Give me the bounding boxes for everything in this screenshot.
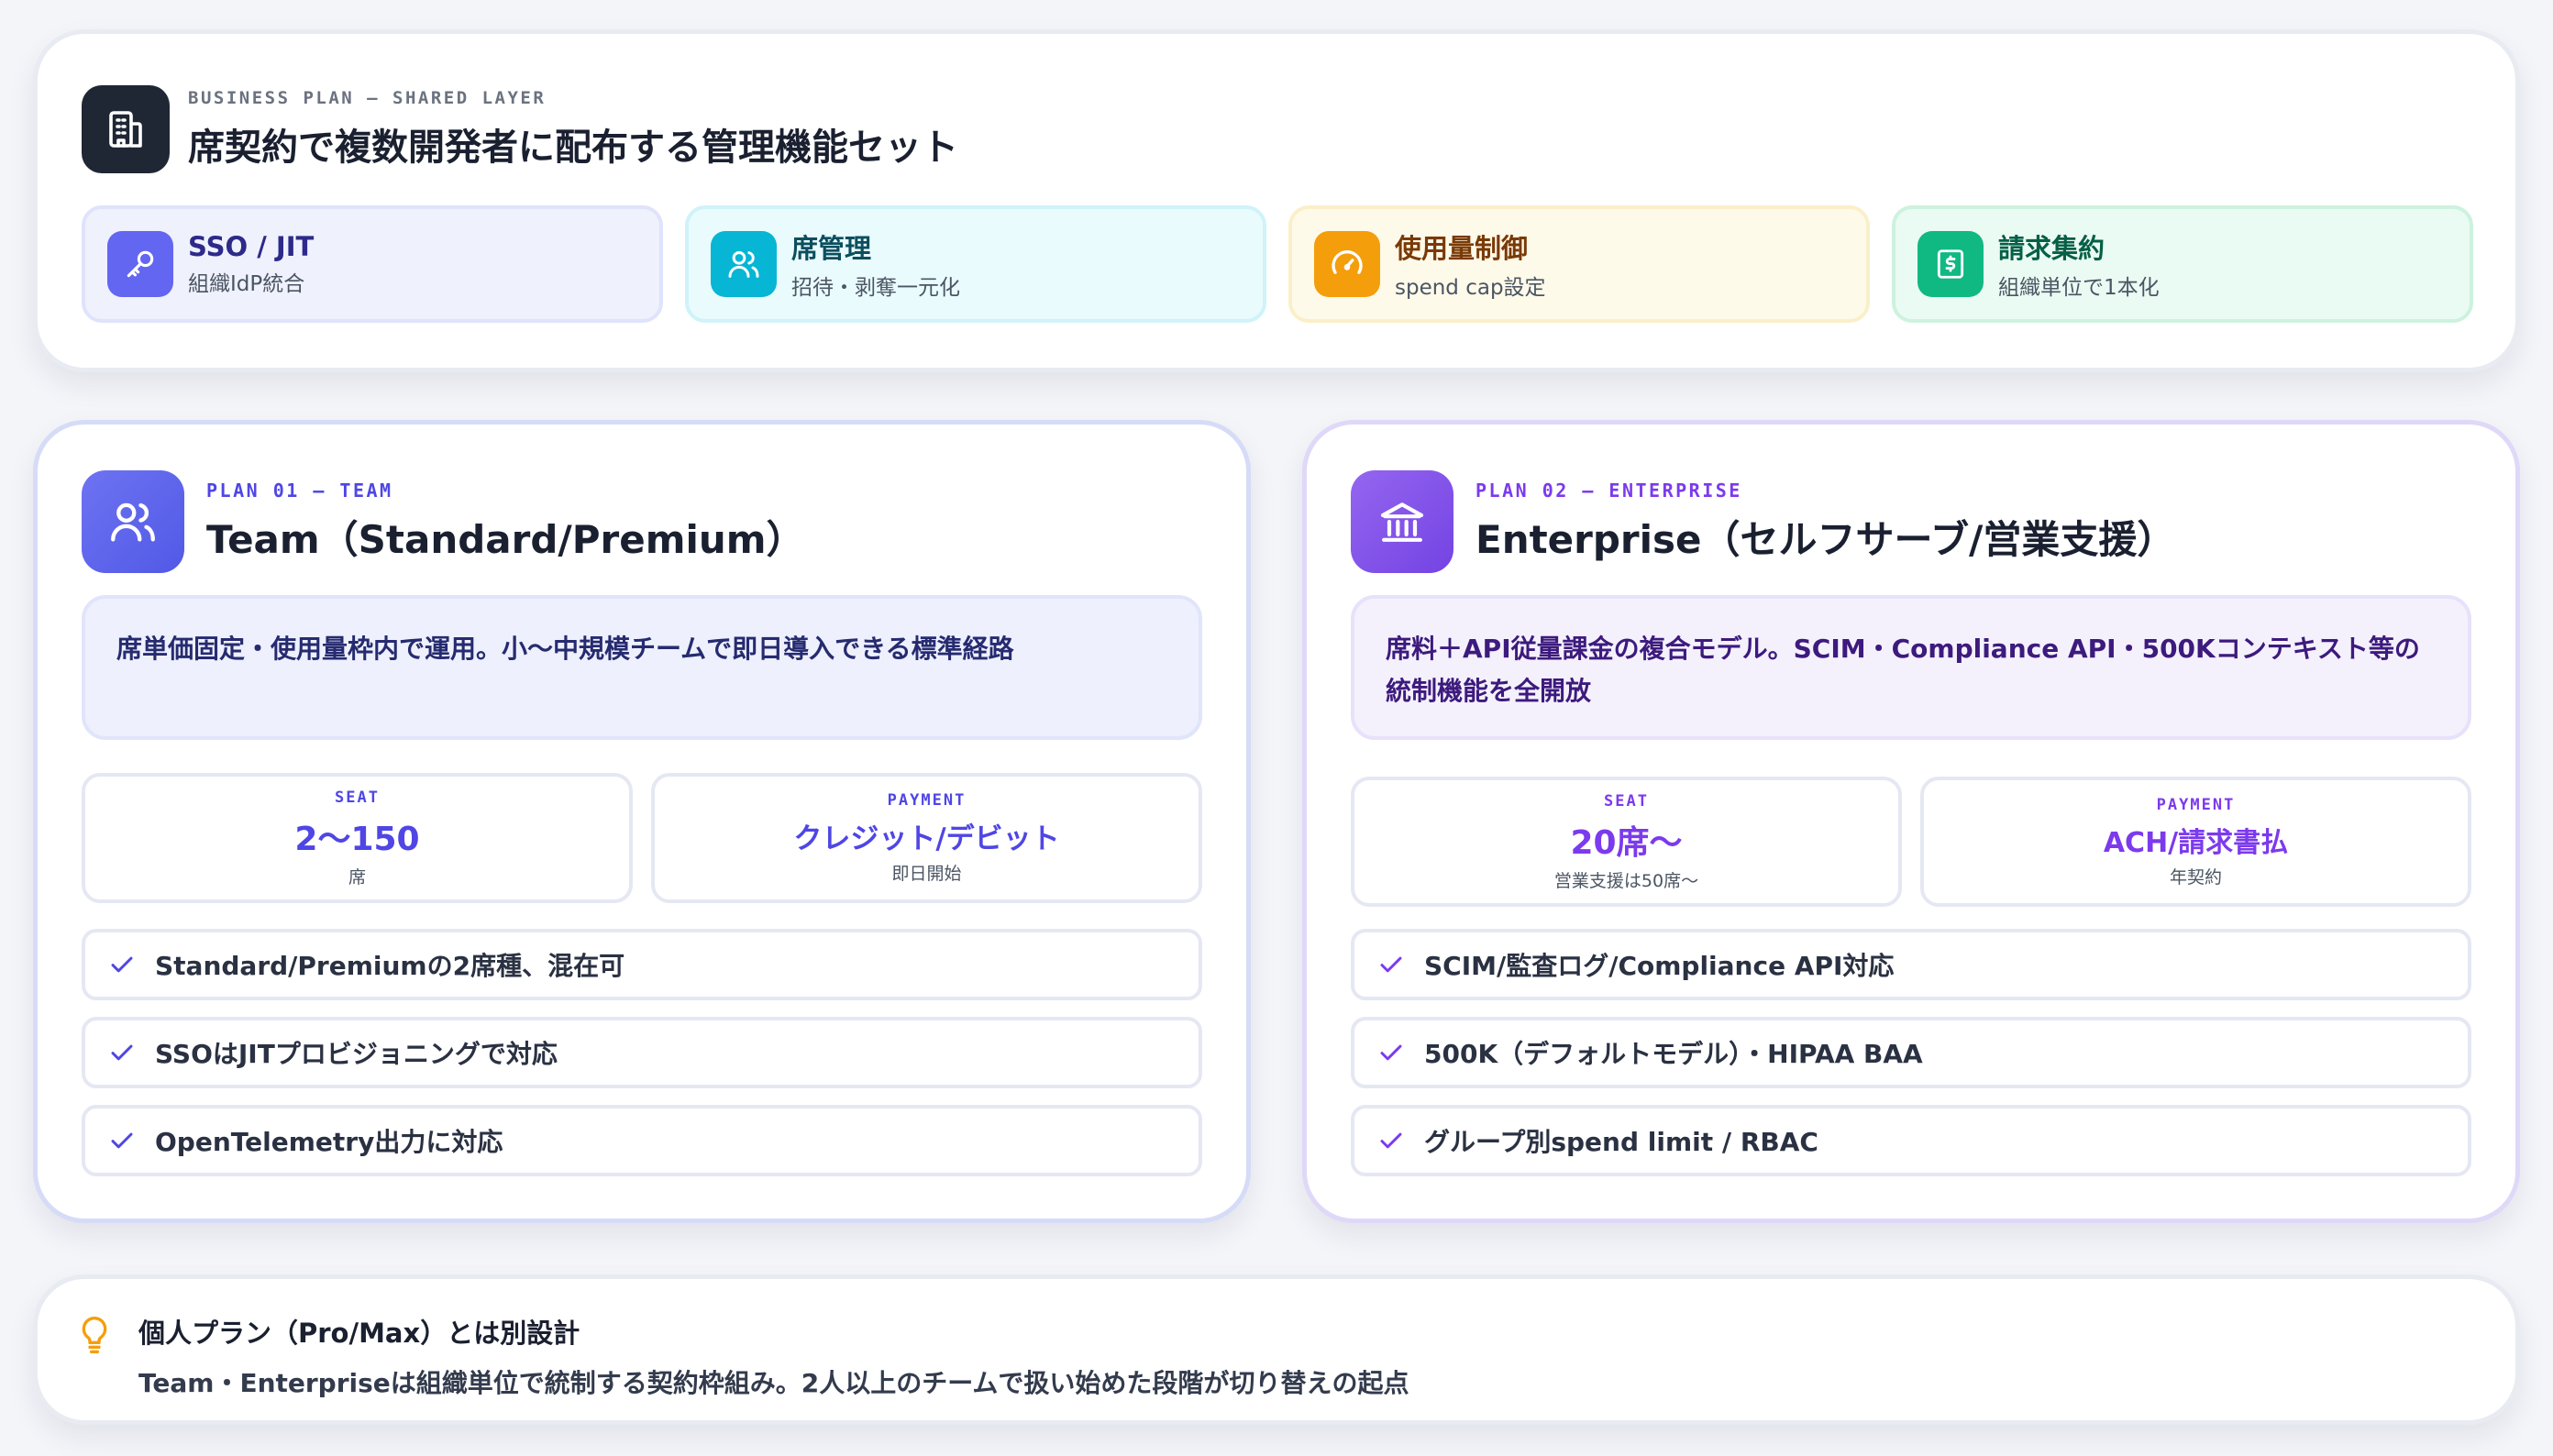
receipt-icon (1918, 231, 1984, 297)
list-item-text: グループ別spend limit / RBAC (1424, 1127, 1818, 1157)
users-icon (711, 231, 777, 297)
key-icon (107, 231, 173, 297)
enterprise-seat-stat: SEAT 20席〜 営業支援は50席〜 (1351, 777, 1902, 907)
check-icon (1375, 1124, 1408, 1157)
list-item-text: SCIM/監査ログ/Compliance API対応 (1424, 951, 1895, 981)
list-item: グループ別spend limit / RBAC (1351, 1105, 2471, 1176)
feature-billing: 請求集約 組織単位で1本化 (1892, 205, 2473, 323)
feature-sub: 招待・剥奪一元化 (791, 276, 960, 300)
feature-title: 席管理 (791, 233, 872, 264)
check-icon (1375, 948, 1408, 981)
stat-value: 20席〜 (1570, 823, 1683, 862)
note-title: 個人プラン（Pro/Max）とは別設計 (138, 1318, 580, 1349)
feature-sub: 組織単位で1本化 (1998, 276, 2160, 300)
check-icon (105, 948, 138, 981)
stat-label: SEAT (335, 788, 380, 807)
shared-layer-card: BUSINESS PLAN — SHARED LAYER 席契約で複数開発者に配… (33, 29, 2520, 372)
team-stats: SEAT 2〜150 席 PAYMENT クレジット/デビット 即日開始 (82, 773, 1202, 903)
stat-value: ACH/請求書払 (2103, 826, 2289, 859)
team-feature-list: Standard/Premiumの2席種、混在可 SSOはJITプロビジョニング… (82, 929, 1202, 1176)
team-plan-card: PLAN 01 — TEAM Team（Standard/Premium） 席単… (33, 420, 1251, 1223)
shared-header: BUSINESS PLAN — SHARED LAYER 席契約で複数開発者に配… (82, 85, 958, 173)
stat-sub: 年契約 (2169, 866, 2222, 888)
check-icon (1375, 1036, 1408, 1069)
feature-row: SSO / JIT 組織IdP統合 席管理 招待・剥奪一元化 使用量制御 spe… (82, 205, 2473, 323)
feature-sub: spend cap設定 (1395, 276, 1546, 300)
list-item-text: 500K（デフォルトモデル）・HIPAA BAA (1424, 1039, 1923, 1069)
stat-sub: 席 (348, 866, 366, 888)
gauge-icon (1314, 231, 1380, 297)
enterprise-feature-list: SCIM/監査ログ/Compliance API対応 500K（デフォルトモデル… (1351, 929, 2471, 1176)
enterprise-plan-header: PLAN 02 — ENTERPRISE Enterprise（セルフサーブ/営… (1351, 470, 2175, 573)
feature-sub: 組織IdP統合 (188, 272, 305, 296)
feature-usage-control: 使用量制御 spend cap設定 (1288, 205, 1870, 323)
stat-label: PAYMENT (2156, 795, 2236, 814)
team-eyebrow: PLAN 01 — TEAM (206, 479, 393, 502)
building-icon (82, 85, 170, 173)
list-item: SCIM/監査ログ/Compliance API対応 (1351, 929, 2471, 1000)
shared-eyebrow: BUSINESS PLAN — SHARED LAYER (188, 88, 547, 108)
stat-label: SEAT (1604, 791, 1649, 811)
team-title: Team（Standard/Premium） (206, 516, 805, 562)
note-card: 個人プラン（Pro/Max）とは別設計 Team・Enterpriseは組織単位… (33, 1274, 2520, 1425)
enterprise-stats: SEAT 20席〜 営業支援は50席〜 PAYMENT ACH/請求書払 年契約 (1351, 777, 2471, 907)
list-item: SSOはJITプロビジョニングで対応 (82, 1017, 1202, 1088)
team-description: 席単価固定・使用量枠内で運用。小〜中規模チームで即日導入できる標準経路 (82, 595, 1202, 740)
enterprise-description: 席料＋API従量課金の複合モデル。SCIM・Compliance API・500… (1351, 595, 2471, 740)
users-icon (82, 470, 184, 573)
list-item: Standard/Premiumの2席種、混在可 (82, 929, 1202, 1000)
check-icon (105, 1124, 138, 1157)
enterprise-payment-stat: PAYMENT ACH/請求書払 年契約 (1920, 777, 2471, 907)
feature-title: 請求集約 (1998, 233, 2105, 264)
feature-seat-management: 席管理 招待・剥奪一元化 (685, 205, 1266, 323)
feature-title: SSO / JIT (188, 231, 315, 262)
stat-label: PAYMENT (887, 791, 967, 810)
stat-value: クレジット/デビット (793, 822, 1060, 855)
shared-title: 席契約で複数開発者に配布する管理機能セット (188, 127, 958, 169)
list-item-text: Standard/Premiumの2席種、混在可 (155, 951, 625, 981)
enterprise-title: Enterprise（セルフサーブ/営業支援） (1475, 516, 2176, 562)
feature-title: 使用量制御 (1395, 233, 1529, 264)
lightbulb-icon (74, 1312, 115, 1358)
stat-sub: 即日開始 (891, 864, 962, 884)
stat-value: 2〜150 (294, 820, 420, 858)
list-item: OpenTelemetry出力に対応 (82, 1105, 1202, 1176)
team-seat-stat: SEAT 2〜150 席 (82, 773, 633, 903)
bank-icon (1351, 470, 1453, 573)
team-plan-header: PLAN 01 — TEAM Team（Standard/Premium） (82, 470, 805, 573)
enterprise-eyebrow: PLAN 02 — ENTERPRISE (1475, 479, 1742, 502)
note-body: Team・Enterpriseは組織単位で統制する契約枠組み。2人以上のチームで… (138, 1368, 1409, 1398)
list-item-text: SSOはJITプロビジョニングで対応 (155, 1039, 558, 1069)
feature-sso: SSO / JIT 組織IdP統合 (82, 205, 663, 323)
list-item: 500K（デフォルトモデル）・HIPAA BAA (1351, 1017, 2471, 1088)
list-item-text: OpenTelemetry出力に対応 (155, 1127, 503, 1157)
stat-sub: 営業支援は50席〜 (1553, 870, 1699, 891)
team-payment-stat: PAYMENT クレジット/デビット 即日開始 (651, 773, 1202, 903)
check-icon (105, 1036, 138, 1069)
enterprise-plan-card: PLAN 02 — ENTERPRISE Enterprise（セルフサーブ/営… (1302, 420, 2520, 1223)
